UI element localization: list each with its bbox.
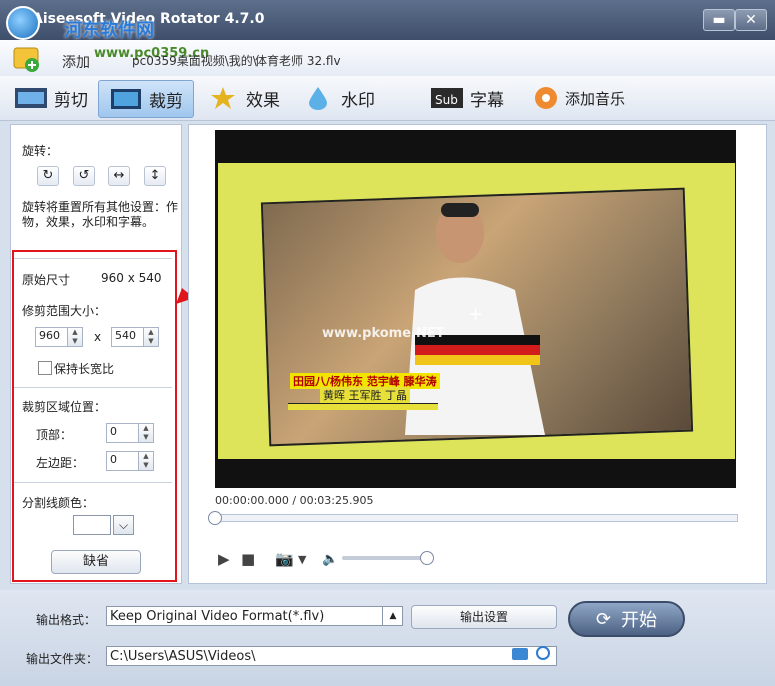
watermark-text: 河东软件网: [64, 20, 154, 41]
tab-trim-label: 剪切: [54, 90, 88, 111]
start-button[interactable]: ⟳ 开始: [568, 601, 685, 637]
output-settings-button[interactable]: 输出设置: [411, 605, 557, 629]
rotate-label: 旋转：: [22, 144, 59, 158]
seek-bar[interactable]: [215, 514, 738, 522]
video-caption-strip: [288, 403, 438, 410]
rotate-counterclockwise-button[interactable]: ↺: [73, 166, 95, 186]
volume-slider[interactable]: [342, 556, 430, 560]
tab-crop-label: 裁剪: [149, 91, 183, 112]
tab-add-music-label: 添加音乐: [565, 89, 626, 108]
tab-effects-label: 效果: [246, 90, 280, 111]
tab-crop[interactable]: 裁剪: [98, 80, 194, 118]
search-icon[interactable]: [536, 646, 550, 660]
output-folder-field[interactable]: C:\Users\ASUS\Videos\: [106, 646, 557, 666]
file-path: pc0359桌面视频\我的\: [132, 54, 257, 68]
output-format-label: 输出格式：: [36, 613, 97, 627]
volume-handle[interactable]: [420, 551, 434, 565]
snapshot-dropdown-icon[interactable]: ▼: [298, 553, 306, 566]
timecode: 00:00:00.000 / 00:03:25.905: [215, 494, 374, 507]
volume-icon[interactable]: 🔈: [322, 552, 338, 567]
close-button[interactable]: ✕: [735, 9, 767, 31]
tab-add-music[interactable]: 添加音乐: [533, 80, 625, 116]
watermark-icon: [309, 87, 327, 110]
crop-center-icon: +: [468, 304, 484, 325]
add-file-icon[interactable]: [10, 44, 44, 74]
start-button-label: 开始: [621, 610, 658, 631]
convert-icon: ⟳: [595, 608, 612, 630]
output-folder-label: 输出文件夹：: [26, 652, 99, 666]
crop-icon: [111, 89, 141, 109]
tab-watermark[interactable]: 水印: [301, 80, 375, 116]
tab-trim[interactable]: 剪切: [14, 80, 88, 116]
output-format-select[interactable]: Keep Original Video Format(*.flv): [106, 606, 403, 626]
tab-watermark-label: 水印: [341, 90, 375, 111]
seek-handle[interactable]: [208, 511, 222, 525]
add-file-label[interactable]: 添加: [62, 52, 90, 72]
svg-text:Sub: Sub: [435, 93, 458, 107]
file-name: 体育老师 32.flv: [255, 54, 341, 68]
music-icon: [535, 87, 557, 109]
rotate-note: 旋转将重置所有其他设置：作物，效果，水印和字幕。: [22, 200, 179, 229]
film-icon: [15, 88, 47, 108]
stop-icon[interactable]: ■: [241, 550, 255, 568]
flip-horizontal-button[interactable]: ↔: [108, 166, 130, 186]
tab-effects[interactable]: 效果: [206, 80, 280, 116]
subtitle-icon: Sub: [431, 88, 463, 108]
video-caption-line2: 黄晖 王军胜 丁晶: [320, 387, 410, 403]
highlight-box: [12, 250, 177, 582]
tab-subtitle[interactable]: Sub 字幕: [430, 80, 504, 116]
chevron-up-icon[interactable]: ▲: [382, 606, 403, 626]
folder-icon[interactable]: [512, 648, 528, 660]
play-icon[interactable]: ▶: [218, 550, 230, 568]
snapshot-icon[interactable]: 📷: [275, 550, 294, 568]
minimize-button[interactable]: ▬: [703, 9, 735, 31]
tab-subtitle-label: 字幕: [470, 90, 504, 111]
effects-icon: [211, 87, 235, 109]
watermark-logo: [6, 6, 40, 40]
flip-vertical-button[interactable]: ↕: [144, 166, 166, 186]
video-watermark: www.pkome.NET: [322, 326, 445, 341]
rotate-clockwise-button[interactable]: ↻: [37, 166, 59, 186]
